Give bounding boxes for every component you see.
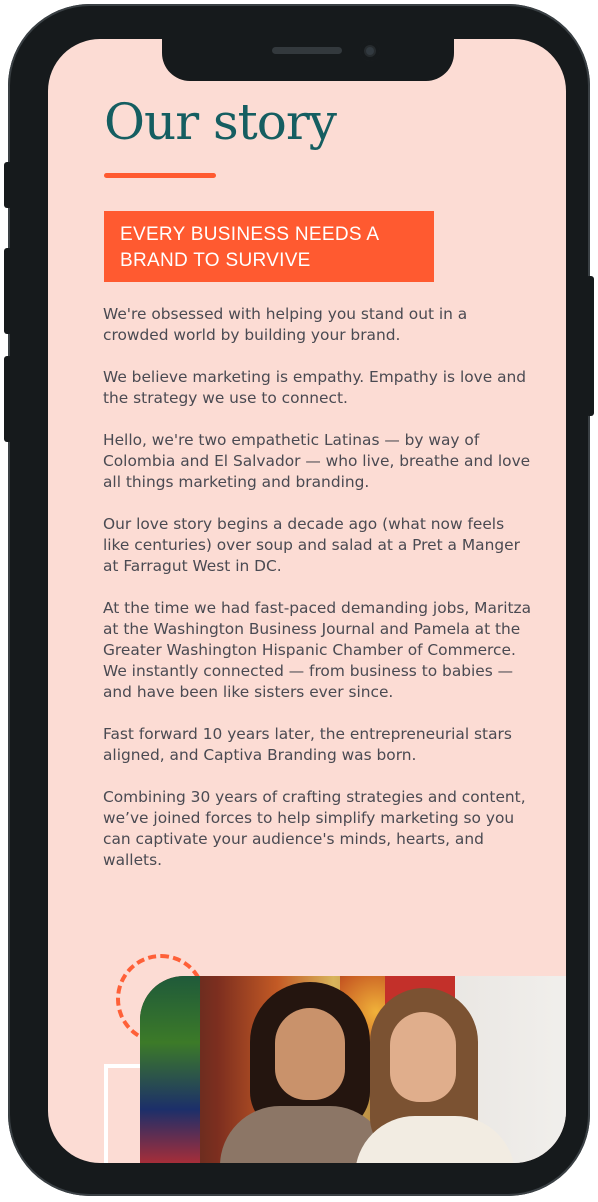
page-title: Our story: [104, 93, 337, 151]
power-button: [586, 276, 594, 416]
person-left-face: [275, 1008, 345, 1100]
title-underline: [104, 173, 216, 178]
founders-photo: [140, 976, 566, 1163]
person-right-face: [390, 1012, 456, 1102]
volume-up-button: [4, 248, 12, 334]
tagline-banner: EVERY BUSINESS NEEDS A BRAND TO SURVIVE: [104, 211, 434, 282]
speaker-grille: [272, 47, 342, 54]
story-paragraph: Our love story begins a decade ago (what…: [103, 515, 520, 575]
phone-frame: Our story EVERY BUSINESS NEEDS A BRAND T…: [8, 4, 590, 1196]
story-paragraph: Hello, we're two empathetic Latinas — by…: [103, 431, 531, 491]
phone-notch: [162, 39, 454, 81]
story-paragraph: At the time we had fast-paced demanding …: [103, 599, 532, 701]
story-paragraph: Fast forward 10 years later, the entrepr…: [103, 725, 512, 764]
mute-switch: [4, 162, 12, 208]
founders-photo-section: [48, 944, 566, 1163]
front-camera-icon: [360, 41, 380, 61]
story-paragraph: We're obsessed with helping you stand ou…: [103, 305, 468, 344]
photo-painting-left: [140, 976, 200, 1163]
story-paragraph: Combining 30 years of crafting strategie…: [103, 788, 526, 869]
phone-screen: Our story EVERY BUSINESS NEEDS A BRAND T…: [48, 39, 566, 1163]
volume-down-button: [4, 356, 12, 442]
story-body: We're obsessed with helping you stand ou…: [103, 304, 533, 892]
story-paragraph: We believe marketing is empathy. Empathy…: [103, 368, 527, 407]
